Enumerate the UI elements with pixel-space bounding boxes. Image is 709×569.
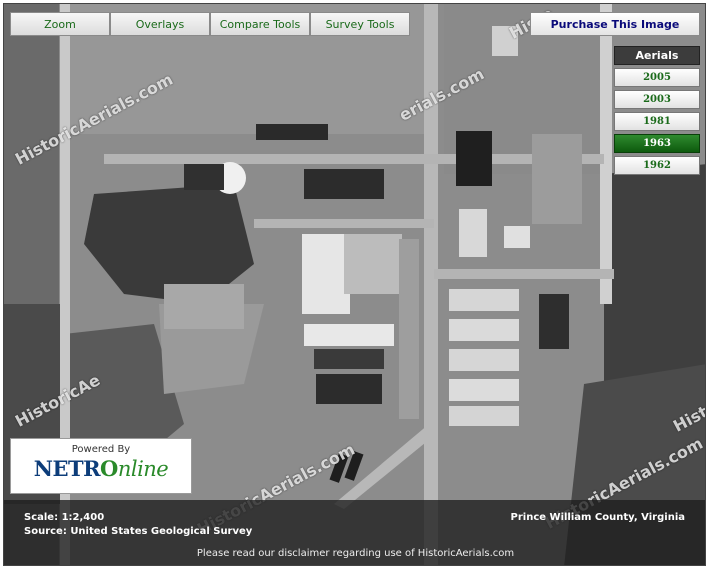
brand-suffix: nline: [117, 457, 169, 481]
compare-tools-button[interactable]: Compare Tools: [210, 12, 310, 36]
map-frame[interactable]: HistoricAerials.com erials.com Histo His…: [3, 3, 706, 566]
survey-tools-button[interactable]: Survey Tools: [310, 12, 410, 36]
year-button-2005[interactable]: 2005: [614, 68, 700, 87]
disclaimer-link[interactable]: Please read our disclaimer regarding use…: [4, 548, 705, 559]
info-bar: Scale: 1:2,400 Source: United States Geo…: [4, 500, 705, 565]
powered-by-label: Powered By: [71, 444, 131, 455]
year-button-1963[interactable]: 1963: [614, 134, 700, 153]
netronline-logo[interactable]: Powered By NETROnline: [10, 438, 192, 494]
aerials-header: Aerials: [614, 46, 700, 65]
source-text: Source: United States Geological Survey: [24, 526, 253, 537]
zoom-button[interactable]: Zoom: [10, 12, 110, 36]
year-button-2003[interactable]: 2003: [614, 90, 700, 109]
purchase-image-button[interactable]: Purchase This Image: [530, 12, 700, 36]
year-button-1962[interactable]: 1962: [614, 156, 700, 175]
year-button-1981[interactable]: 1981: [614, 112, 700, 131]
brand-o-icon: O: [100, 456, 118, 481]
overlays-button[interactable]: Overlays: [110, 12, 210, 36]
aerials-year-panel: Aerials 2005 2003 1981 1963 1962: [614, 46, 700, 175]
location-text: Prince William County, Virginia: [510, 512, 685, 523]
scale-text: Scale: 1:2,400: [24, 512, 105, 523]
netronline-wordmark: NETROnline: [11, 456, 191, 481]
brand-prefix: NETR: [33, 456, 101, 481]
